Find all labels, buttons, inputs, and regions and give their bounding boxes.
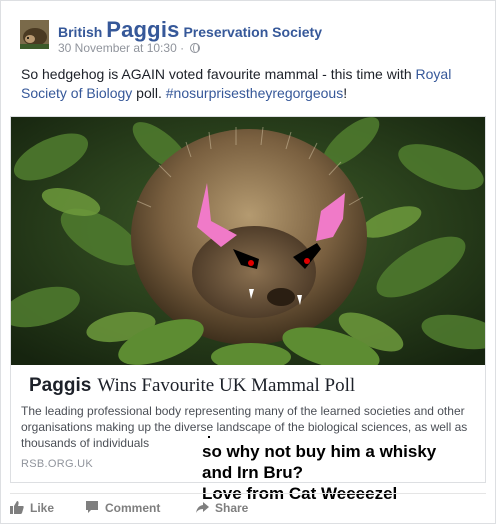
overlay-dot <box>208 436 210 438</box>
post-timestamp[interactable]: 30 November at 10:30 <box>58 41 177 55</box>
link-title-text: Wins Favourite UK Mammal Poll <box>97 375 356 396</box>
overlay-line-1: so why not buy him a whisky <box>202 442 437 461</box>
page-name-main: Paggis <box>106 17 180 42</box>
post-text: So hedgehog is AGAIN voted favourite mam… <box>21 65 481 103</box>
page-name[interactable]: British Paggis Preservation Society <box>58 17 322 43</box>
post-text-part3: ! <box>343 85 348 101</box>
page-avatar[interactable] <box>20 20 49 49</box>
link-preview-card[interactable]: Paggis Wins Favourite UK Mammal Poll The … <box>10 116 486 483</box>
facebook-post-card: British Paggis Preservation Society 30 N… <box>0 0 496 524</box>
overlay-line-2: and Irn Bru? <box>202 463 304 482</box>
meta-separator: · <box>180 41 185 55</box>
post-meta: 30 November at 10:30 · <box>58 41 201 55</box>
like-label: Like <box>30 501 55 515</box>
thumbs-up-icon <box>10 501 24 514</box>
speech-bubble-icon <box>86 501 98 513</box>
share-button[interactable]: Share <box>195 500 248 515</box>
globe-icon[interactable] <box>190 43 201 53</box>
comment-label: Comment <box>105 501 161 515</box>
link-title-prefix: Paggis <box>29 375 92 396</box>
hedgehog-avatar-icon <box>20 20 49 49</box>
hashtag-link[interactable]: #nosurprisestheyregorgeous <box>166 85 343 101</box>
like-button[interactable]: Like <box>10 500 54 515</box>
post-text-part1: So hedgehog is AGAIN voted favourite mam… <box>21 66 416 82</box>
share-label: Share <box>215 501 249 515</box>
page-name-suffix: Preservation Society <box>183 24 322 40</box>
hedgehog-photo[interactable] <box>11 117 486 365</box>
link-preview-domain: RSB.ORG.UK <box>21 458 94 470</box>
page-name-prefix: British <box>58 24 103 40</box>
comment-button[interactable]: Comment <box>85 500 160 515</box>
share-arrow-icon <box>196 502 209 513</box>
post-text-part2: poll. <box>132 85 166 101</box>
post-action-bar: Like Comment Share <box>10 493 486 523</box>
link-preview-title[interactable]: Paggis Wins Favourite UK Mammal Poll <box>21 375 355 397</box>
